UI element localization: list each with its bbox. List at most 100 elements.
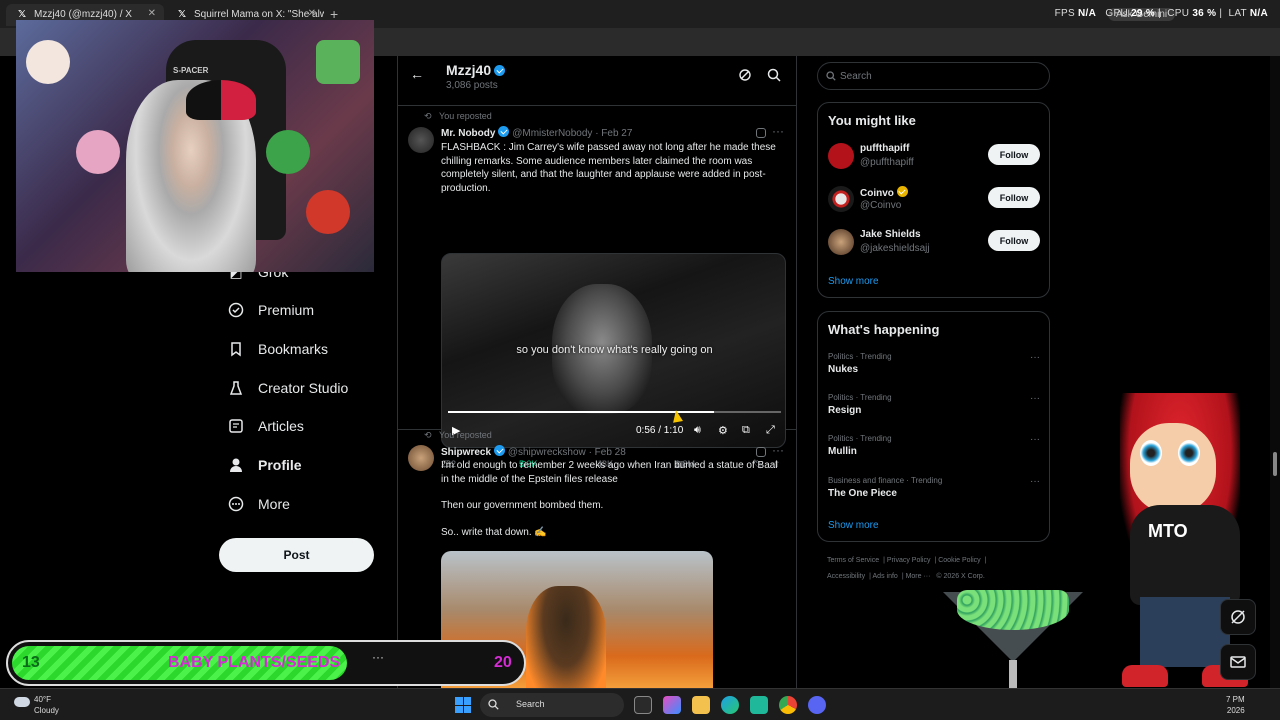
suggested-account[interactable]: Coinvo @Coinvo Follow [828,184,1040,214]
profile-name: Mzzj40 [446,62,506,78]
copilot-icon[interactable] [663,696,681,714]
more-options-icon[interactable]: ··· [1030,393,1040,404]
sidebar-item-creator-studio[interactable]: Creator Studio [228,374,348,402]
x-logo-icon: 𝕏 [178,9,187,20]
show-more-link[interactable]: Show more [828,276,879,287]
more-options-icon[interactable]: ··· [772,124,784,138]
follow-button[interactable]: Follow [988,187,1040,208]
trend-item[interactable]: Politics · Trending Resign ··· [828,393,1040,416]
avatar[interactable] [408,445,434,471]
chrome-icon[interactable] [779,696,797,714]
sidebar-item-premium[interactable]: Premium [228,296,314,324]
more-icon [228,496,244,512]
articles-icon [228,418,244,434]
footer-link[interactable]: Cookie Policy [938,557,980,564]
footer-link[interactable]: More ··· [906,573,931,580]
grok-floating-button[interactable] [1220,599,1256,635]
grok-sparkle-icon[interactable] [738,68,752,87]
avatar[interactable] [408,127,434,153]
video-progress-bar[interactable] [448,411,781,413]
suggested-account[interactable]: puffthapiff @puffthapiff Follow [828,141,1040,171]
windows-start-icon[interactable] [455,697,471,713]
close-tab-icon[interactable]: ✕ [308,8,316,19]
creator-studio-icon [228,380,244,396]
search-icon[interactable] [767,68,781,87]
sidebar-item-profile[interactable]: Profile [228,451,302,479]
footer-link[interactable]: Terms of Service [827,557,879,564]
task-view-icon[interactable] [634,696,652,714]
stream-goal-bar: 13 BABY PLANTS/SEEDS ··· 20 [6,640,526,686]
trend-category: Business and finance · Trending [828,476,943,485]
verified-badge-icon [494,65,506,76]
post-date[interactable]: · Feb 28 [589,447,626,458]
sidebar-item-label: Premium [258,302,315,318]
store-icon[interactable] [750,696,768,714]
verified-badge-icon [494,445,506,456]
sidebar-item-bookmarks[interactable]: Bookmarks [228,335,328,363]
account-name: puffthapiff [860,143,910,154]
close-tab-icon[interactable]: ✕ [148,8,156,19]
show-more-link[interactable]: Show more [828,520,879,531]
handle[interactable]: @shipwreckshow [508,447,586,458]
follow-button[interactable]: Follow [988,144,1040,165]
grok-explain-icon[interactable] [756,128,766,138]
repost-indicator: ⟲ You reposted [424,430,492,440]
back-arrow-icon[interactable]: ← [410,66,424,82]
post-button[interactable]: Post [219,538,374,572]
video-player[interactable]: so you don't know what's really going on… [441,253,786,448]
more-options-icon[interactable]: ··· [1030,352,1040,363]
footer-link[interactable]: Ads info [873,573,898,580]
more-options-icon[interactable]: ··· [772,443,784,457]
goal-label: BABY PLANTS/SEEDS [168,654,341,671]
post-date[interactable]: · Feb 27 [595,128,632,139]
seeds-graphic [957,590,1069,630]
trend-item[interactable]: Politics · Trending Mullin ··· [828,434,1040,457]
post-mr-nobody[interactable]: ⟲ You reposted Mr. Nobody @MmisterNobody… [398,108,796,469]
taskbar-search[interactable]: Search [480,693,624,717]
burning-statue-image [526,586,606,701]
plush-toy [316,40,360,84]
messages-floating-button[interactable] [1220,644,1256,680]
system-clock[interactable]: 7 PM 2026 [1226,694,1245,716]
search-input[interactable]: Search [817,62,1050,90]
search-placeholder: Search [840,71,872,82]
display-name[interactable]: Mr. Nobody [441,128,495,139]
footer-links: Terms of Service | Privacy Policy | Cookie… [827,557,987,580]
avatar[interactable] [828,229,854,255]
avatar[interactable] [828,186,854,212]
trend-topic: Mullin [828,446,857,457]
grok-icon [1231,610,1245,624]
file-explorer-icon[interactable] [692,696,710,714]
weather-widget[interactable]: 40°F Cloudy [14,694,59,716]
plush-toy [26,40,70,84]
profile-header: ← Mzzj40 3,086 posts [398,56,796,106]
post-text-line: So.. write that down. ✍️ [441,527,547,538]
trend-item[interactable]: Business and finance · Trending The One … [828,476,1040,499]
edge-icon[interactable] [721,696,739,714]
footer-link[interactable]: Privacy Policy [887,557,931,564]
more-options-icon[interactable]: ··· [1030,434,1040,445]
footer-link[interactable]: Accessibility [827,573,865,580]
handle[interactable]: @MmisterNobody [512,128,592,139]
premium-icon [228,302,244,318]
suggested-account[interactable]: Jake Shields @jakeshieldsajj Follow [828,227,1040,257]
account-name: Coinvo [860,186,908,199]
sidebar-item-more[interactable]: More [228,490,290,518]
avatar[interactable] [828,143,854,169]
mascot-logo-text: MTO [1148,521,1188,541]
sidebar-item-label: Bookmarks [258,341,329,357]
gold-verified-badge-icon [896,186,908,197]
post-text-line: I'm old enough to remember 2 weeks ago w… [441,460,778,485]
follow-button[interactable]: Follow [988,230,1040,251]
streamer-hair [186,80,256,120]
sidebar-item-label: Articles [258,418,304,434]
grok-explain-icon[interactable] [756,447,766,457]
post-count: 3,086 posts [446,80,498,91]
discord-icon[interactable] [808,696,826,714]
display-name[interactable]: Shipwreck [441,447,491,458]
more-options-icon[interactable]: ··· [1030,476,1040,487]
trend-item[interactable]: Politics · Trending Nukes ··· [828,352,1040,375]
weather-temp: 40°F [34,695,51,704]
performance-overlay: FPS N/A GPU 29 % | CPU 36 % | LAT N/A [1054,8,1268,19]
sidebar-item-articles[interactable]: Articles [228,412,304,440]
